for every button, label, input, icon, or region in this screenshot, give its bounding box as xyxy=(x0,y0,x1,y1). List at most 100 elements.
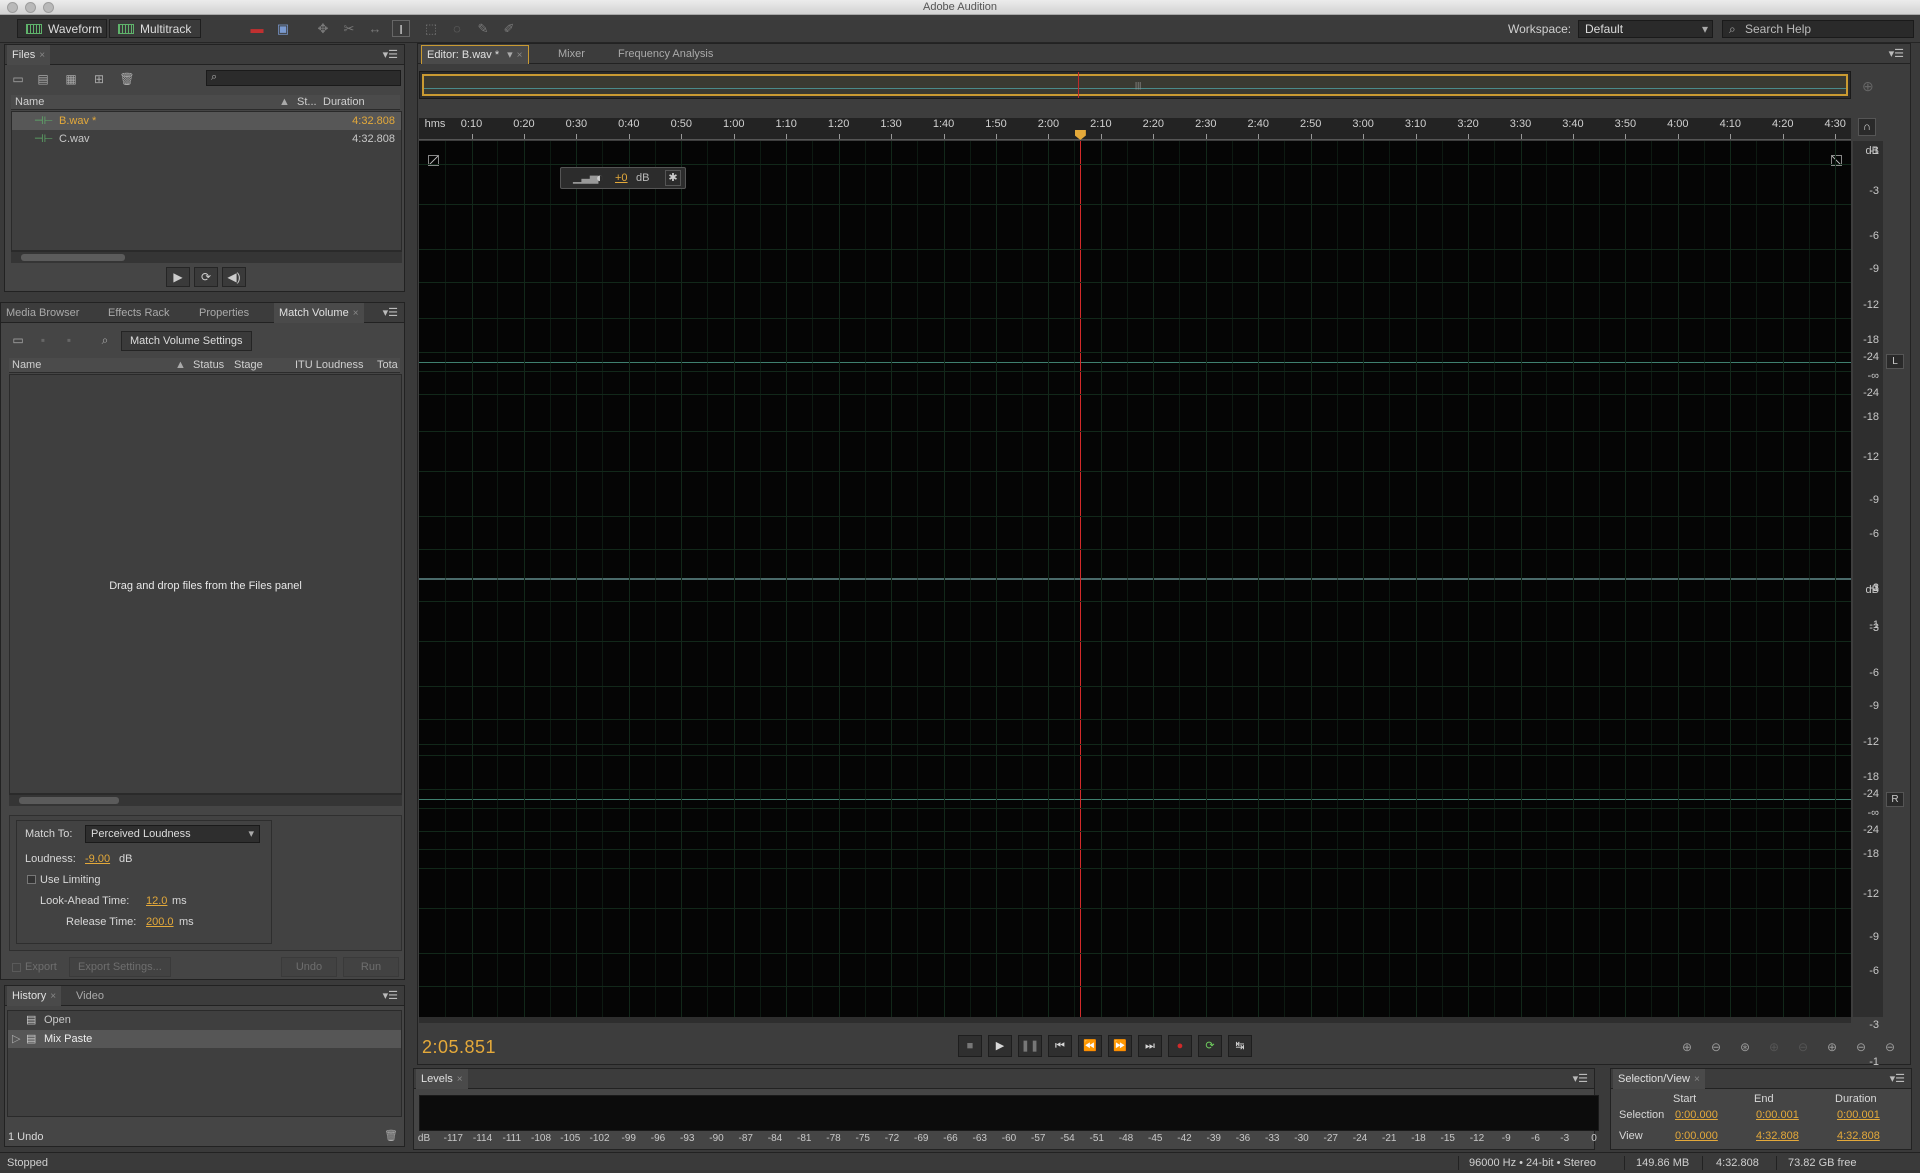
file-row[interactable]: ⊣⊢ C.wav 4:32.808 xyxy=(12,130,401,148)
trash-icon[interactable]: 🗑 xyxy=(384,1129,398,1142)
go-to-end-button[interactable]: ⏭ xyxy=(1138,1035,1162,1057)
waveform-display[interactable] xyxy=(419,141,1851,1017)
match-volume-list[interactable]: Drag and drop files from the Files panel xyxy=(9,374,402,794)
stop-button[interactable]: ■ xyxy=(958,1035,982,1057)
autoplay-button[interactable]: ◀) xyxy=(222,267,246,287)
selection-duration[interactable]: 0:00.001 xyxy=(1837,1109,1880,1121)
import-file-icon[interactable]: ▤ xyxy=(35,72,51,86)
view-duration[interactable]: 4:32.808 xyxy=(1837,1130,1880,1142)
sort-icon[interactable]: ▲ xyxy=(279,95,290,110)
zoom-in-time-icon[interactable]: ⊕ xyxy=(1820,1038,1844,1056)
run-button[interactable]: Run xyxy=(343,957,399,977)
loudness-value[interactable]: -9.00 xyxy=(85,853,110,865)
time-selection-tool-icon[interactable]: I xyxy=(392,20,410,37)
clear-icon[interactable]: ▪ xyxy=(61,333,77,347)
close-tab-icon[interactable]: × xyxy=(457,1074,463,1085)
expand-icon[interactable]: ▷ xyxy=(12,1030,20,1048)
zoom-out-time-icon[interactable]: ⊖ xyxy=(1849,1038,1873,1056)
release-value[interactable]: 200.0 xyxy=(146,916,174,928)
zoom-out-full-icon[interactable]: ⊖ xyxy=(1878,1038,1902,1056)
channel-right-label[interactable]: R xyxy=(1886,792,1904,807)
tab-history[interactable]: History × xyxy=(7,986,62,1006)
new-file-icon[interactable]: ▦ xyxy=(63,72,79,86)
minimize-window-icon[interactable] xyxy=(25,2,36,13)
workspace-select[interactable]: Default xyxy=(1578,20,1713,38)
record-button[interactable]: ● xyxy=(1168,1035,1192,1057)
view-end[interactable]: 4:32.808 xyxy=(1756,1130,1799,1142)
tab-mixer[interactable]: Mixer xyxy=(553,44,590,64)
channel-left-label[interactable]: L xyxy=(1886,354,1904,369)
move-tool-icon[interactable]: ✥ xyxy=(314,20,332,37)
razor-tool-icon[interactable]: ✂ xyxy=(340,20,358,37)
export-settings-button[interactable]: Export Settings... xyxy=(69,957,171,977)
fast-forward-button[interactable]: ⏩ xyxy=(1108,1035,1132,1057)
open-folder-icon[interactable]: ▭ xyxy=(10,333,26,347)
tab-editor[interactable]: Editor: B.wav * ▾ × xyxy=(421,45,529,64)
tab-properties[interactable]: Properties xyxy=(194,303,254,323)
panel-menu-icon[interactable]: ▾☰ xyxy=(383,48,398,61)
channel-separator[interactable] xyxy=(419,578,1851,580)
close-tab-icon[interactable]: × xyxy=(353,308,359,319)
view-start[interactable]: 0:00.000 xyxy=(1675,1130,1718,1142)
insert-multitrack-icon[interactable]: ⊞ xyxy=(91,72,107,86)
zoom-window-icon[interactable] xyxy=(43,2,54,13)
tab-frequency-analysis[interactable]: Frequency Analysis xyxy=(613,44,718,64)
tab-selection-view[interactable]: Selection/View × xyxy=(1613,1069,1705,1089)
go-to-start-button[interactable]: ⏮ xyxy=(1048,1035,1072,1057)
gain-knob-icon[interactable]: ◐ xyxy=(596,168,604,188)
tab-files[interactable]: Files × xyxy=(7,45,51,65)
close-tab-icon[interactable]: × xyxy=(39,50,45,61)
spectral-display-icon[interactable]: ▬ xyxy=(248,20,266,37)
tab-media-browser[interactable]: Media Browser xyxy=(1,303,84,323)
overview-bar[interactable]: ||| xyxy=(419,71,1851,99)
history-item[interactable]: ▷ ▤ Mix Paste xyxy=(8,1030,401,1048)
loop-playback-button[interactable]: ⟳ xyxy=(1198,1035,1222,1057)
files-search-input[interactable]: ⌕ xyxy=(206,70,401,86)
file-row[interactable]: ⊣⊢ B.wav * 4:32.808 xyxy=(12,112,401,130)
selection-start[interactable]: 0:00.000 xyxy=(1675,1109,1718,1121)
close-tab-icon[interactable]: × xyxy=(50,991,56,1002)
history-item[interactable]: ▤ Open xyxy=(8,1011,401,1029)
skip-selection-button[interactable]: ↹ xyxy=(1228,1035,1252,1057)
zoom-out-selection-icon[interactable]: ⊖ xyxy=(1791,1038,1815,1056)
loop-preview-button[interactable]: ⟳ xyxy=(194,267,218,287)
match-volume-horizontal-scrollbar[interactable] xyxy=(9,794,402,806)
panel-menu-icon[interactable]: ▾☰ xyxy=(1890,1072,1905,1085)
lasso-tool-icon[interactable]: ◌ xyxy=(448,20,466,37)
panel-menu-icon[interactable]: ▾☰ xyxy=(1573,1072,1588,1085)
match-to-select[interactable]: Perceived Loudness xyxy=(85,825,260,843)
search-help-input[interactable]: ⌕ Search Help xyxy=(1722,20,1914,38)
play-button[interactable]: ▶ xyxy=(988,1035,1012,1057)
files-horizontal-scrollbar[interactable] xyxy=(11,251,402,263)
pin-icon[interactable]: ✱ xyxy=(665,170,681,186)
panel-menu-icon[interactable]: ▾☰ xyxy=(1889,47,1904,60)
search-icon[interactable]: ⌕ xyxy=(97,333,113,347)
tab-match-volume[interactable]: Match Volume × xyxy=(274,303,364,323)
grip-icon[interactable]: ||| xyxy=(1135,81,1141,90)
panel-menu-icon[interactable]: ▾☰ xyxy=(383,989,398,1002)
amplitude-scale[interactable]: dB -1 -3 -6 -9 -12 -18 -24 -∞ -24 -18 -12 -9 -6 -3 -1 dB… xyxy=(1853,141,1883,1068)
brush-tool-icon[interactable]: ✎ xyxy=(474,20,492,37)
pitch-display-icon[interactable]: ▣ xyxy=(274,20,292,37)
spot-healing-icon[interactable]: ✐ xyxy=(500,20,518,37)
hud-volume[interactable]: ▁▃▅ ◐ +0 dB ✱ xyxy=(560,167,686,189)
match-volume-settings-button[interactable]: Match Volume Settings xyxy=(121,331,252,351)
hud-gain-value[interactable]: +0 xyxy=(615,168,628,188)
panel-menu-icon[interactable]: ▾☰ xyxy=(383,306,398,319)
export-checkbox[interactable] xyxy=(12,963,21,972)
tab-effects-rack[interactable]: Effects Rack xyxy=(103,303,175,323)
current-time[interactable]: 2:05.851 xyxy=(422,1037,496,1058)
close-window-icon[interactable] xyxy=(7,2,18,13)
close-tab-icon[interactable]: × xyxy=(1694,1074,1700,1085)
selection-end[interactable]: 0:00.001 xyxy=(1756,1109,1799,1121)
zoom-out-amplitude-icon[interactable]: ⊖ xyxy=(1704,1038,1728,1056)
open-file-icon[interactable]: ▭ xyxy=(10,72,26,86)
remove-icon[interactable]: ▪ xyxy=(35,333,51,347)
pause-button[interactable]: ❚❚ xyxy=(1018,1035,1042,1057)
undo-button[interactable]: Undo xyxy=(281,957,337,977)
delete-file-icon[interactable]: 🗑 xyxy=(119,72,135,86)
zoom-in-selection-icon[interactable]: ⊕ xyxy=(1762,1038,1786,1056)
zoom-navigator-icon[interactable]: ⊕ xyxy=(1862,78,1874,95)
overview-range[interactable]: ||| xyxy=(422,74,1848,96)
tab-levels[interactable]: Levels × xyxy=(416,1069,468,1089)
